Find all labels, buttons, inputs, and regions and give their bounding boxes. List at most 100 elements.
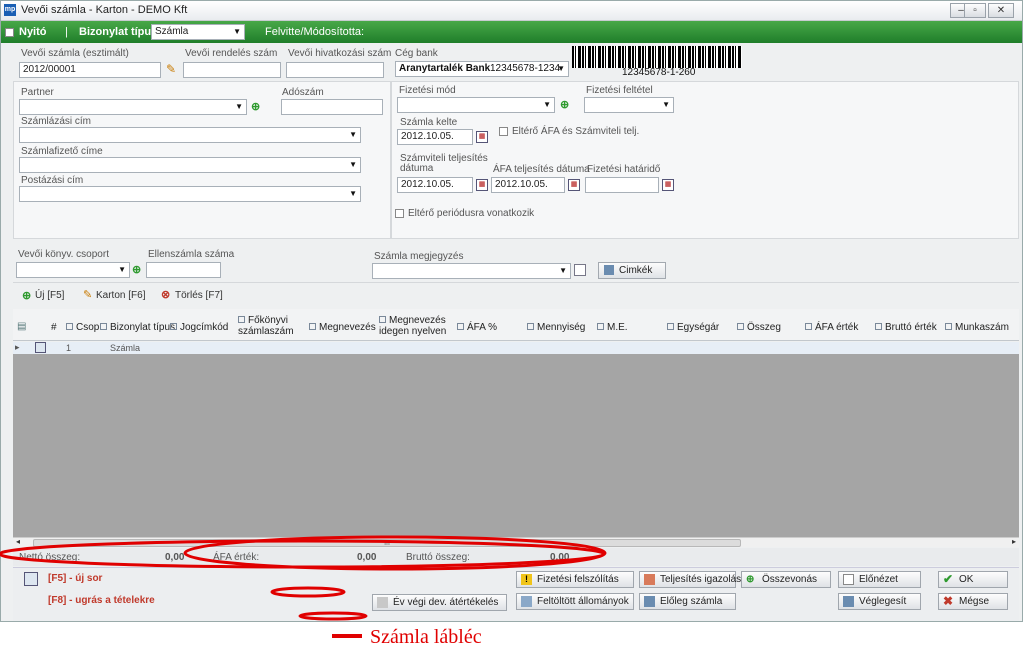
chevron-down-icon: ▼: [543, 100, 551, 109]
column-header[interactable]: Jogcímkód: [170, 322, 228, 333]
payment-method-select[interactable]: ▼: [397, 97, 555, 113]
invoice-no-field[interactable]: 2012/00001: [19, 62, 161, 78]
billing-label: Számlázási cím: [21, 116, 92, 127]
scroll-thumb[interactable]: III: [33, 539, 741, 547]
column-header[interactable]: ÁFA %: [457, 322, 497, 333]
pencil-icon[interactable]: ✎: [166, 63, 178, 75]
annotation-text: Számla lábléc: [370, 626, 482, 648]
finalize-button[interactable]: Véglegesít: [838, 593, 921, 610]
due-date-field[interactable]: [585, 177, 659, 193]
payment-condition-select[interactable]: ▼: [584, 97, 674, 113]
completion-certificate-button[interactable]: Teljesítés igazolás: [639, 571, 741, 588]
gross-total-value: 0,00: [550, 552, 570, 563]
new-icon: ⊕: [22, 290, 32, 302]
year-end-revaluation-button[interactable]: Év végi dev. átértékelés: [372, 594, 507, 611]
issue-date-field[interactable]: 2012.10.05.: [397, 129, 473, 145]
column-header[interactable]: Főkönyvi számlaszám: [238, 315, 304, 337]
tags-button[interactable]: Cimkék: [598, 262, 666, 279]
payment-reminder-button[interactable]: ! Fizetési felszólítás: [516, 571, 634, 588]
separator: |: [65, 26, 68, 38]
order-no-field[interactable]: [183, 62, 281, 78]
delete-icon: ⊗: [161, 289, 171, 301]
ref-no-field[interactable]: [286, 62, 384, 78]
column-header[interactable]: ÁFA érték: [805, 322, 858, 333]
chevron-down-icon: ▼: [349, 160, 357, 169]
column-header[interactable]: Bruttó érték: [875, 322, 937, 333]
column-header[interactable]: Munkaszám: [945, 322, 1009, 333]
grid-header: ▤ # Csop Bizonylat típus Jogcímkód Főkön…: [13, 309, 1019, 341]
grid-settings-icon[interactable]: ▤: [17, 321, 26, 332]
row-type: Számla: [110, 343, 141, 353]
counter-account-field[interactable]: [146, 262, 221, 278]
diff-vat-checkbox[interactable]: [499, 127, 508, 136]
tax-field[interactable]: [281, 99, 383, 115]
merge-button[interactable]: ⊕ Összevonás: [741, 571, 831, 588]
cancel-button[interactable]: ✖ Mégse: [938, 593, 1008, 610]
column-header[interactable]: M.E.: [597, 322, 628, 333]
due-date-label: Fizetési határidő: [587, 164, 661, 175]
column-header[interactable]: Csop: [66, 322, 99, 333]
postal-label: Postázási cím: [21, 175, 84, 186]
delete-button[interactable]: Törlés [F7]: [175, 290, 223, 301]
bank-account: 12345678-1234: [490, 63, 561, 74]
maximize-button[interactable]: ▫: [964, 3, 986, 18]
preview-button[interactable]: Előnézet: [838, 571, 921, 588]
doc-type-select[interactable]: Számla ▼: [151, 24, 245, 40]
barcode-text: 12345678-1-260: [622, 67, 696, 78]
scroll-left-icon[interactable]: ◂: [16, 537, 20, 546]
postal-address-select[interactable]: ▼: [19, 186, 361, 202]
payer-address-select[interactable]: ▼: [19, 157, 361, 173]
advance-invoice-button[interactable]: Előleg számla: [639, 593, 736, 610]
payment-condition-label: Fizetési feltétel: [586, 85, 653, 96]
column-header[interactable]: Megnevezés: [309, 322, 376, 333]
column-header[interactable]: Bizonylat típus: [100, 322, 175, 333]
acc-date-field[interactable]: 2012.10.05.: [397, 177, 473, 193]
horizontal-scrollbar[interactable]: ◂ III ▸: [13, 537, 1019, 547]
note-select[interactable]: ▼: [372, 263, 571, 279]
row-pointer-icon: ▸: [15, 342, 20, 352]
summary-bar: Nettó összeg: 0,00 ÁFA érték: 0,00 Brutt…: [13, 548, 1019, 566]
column-header[interactable]: Mennyiség: [527, 322, 585, 333]
document-header-bar: Nyitó | Bizonylat típus Számla ▼ Felvitt…: [1, 21, 1022, 43]
chevron-down-icon: ▼: [557, 64, 565, 73]
group-select[interactable]: ▼: [16, 262, 130, 278]
new-row-button[interactable]: Új [F5]: [35, 290, 64, 301]
calendar-icon[interactable]: ▦: [568, 179, 580, 191]
column-header[interactable]: Összeg: [737, 322, 781, 333]
period-checkbox[interactable]: [395, 209, 404, 218]
checkbox-icon[interactable]: [5, 27, 14, 37]
vat-date-field[interactable]: 2012.10.05.: [491, 177, 565, 193]
hint-new-row: [F5] - új sor: [48, 573, 103, 584]
column-header[interactable]: #: [51, 322, 57, 333]
footer-panel: [F5] - új sor [F8] - ugrás a tételekre É…: [13, 567, 1019, 621]
warning-icon: !: [521, 574, 532, 585]
close-button[interactable]: ✕: [988, 3, 1014, 18]
row-doc-icon: [35, 342, 46, 353]
column-header[interactable]: Megnevezés idegen nyelven: [379, 315, 459, 337]
calendar-icon[interactable]: ▦: [476, 179, 488, 191]
payment-panel: Fizetési mód ▼ ⊕ Fizetési feltétel ▼ Szá…: [391, 81, 1019, 239]
add-partner-icon[interactable]: ⊕: [251, 101, 263, 113]
ok-button[interactable]: ✔ OK: [938, 571, 1008, 588]
scroll-right-icon[interactable]: ▸: [1012, 537, 1016, 546]
add-group-icon[interactable]: ⊕: [132, 264, 144, 276]
grid-body: ▸ 1 Számla: [13, 342, 1019, 538]
uploaded-files-button[interactable]: Feltöltött állományok: [516, 593, 634, 610]
column-header[interactable]: Egységár: [667, 322, 719, 333]
table-row[interactable]: ▸ 1 Számla: [13, 342, 1019, 354]
invoice-window: mp Vevői számla - Karton - DEMO Kft – ▫ …: [0, 0, 1023, 622]
calendar-icon[interactable]: ▦: [662, 179, 674, 191]
opening-checkbox[interactable]: [5, 26, 14, 38]
card-button[interactable]: Karton [F6]: [96, 290, 145, 301]
bank-select[interactable]: Aranytartalék Bank 12345678-1234 ▼: [395, 61, 569, 77]
calendar-icon[interactable]: ▦: [476, 131, 488, 143]
add-payment-method-icon[interactable]: ⊕: [560, 99, 572, 111]
note-edit-icon[interactable]: [574, 264, 586, 276]
chevron-down-icon: ▼: [235, 102, 243, 111]
billing-address-select[interactable]: ▼: [19, 127, 361, 143]
chevron-down-icon: ▼: [349, 130, 357, 139]
check-icon: ✔: [943, 572, 954, 586]
vat-date-label: ÁFA teljesítés dátuma: [493, 164, 590, 175]
document-icon: [24, 572, 38, 586]
partner-select[interactable]: ▼: [19, 99, 247, 115]
